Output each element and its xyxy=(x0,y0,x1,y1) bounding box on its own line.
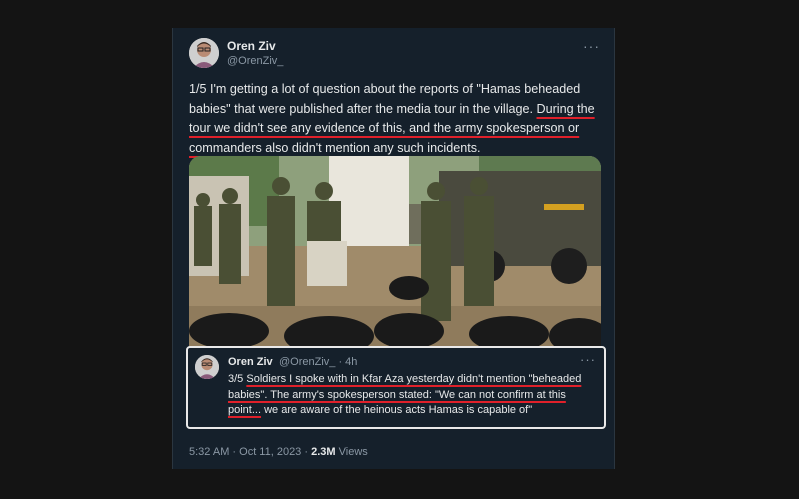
tweet-text: 1/5 I'm getting a lot of question about … xyxy=(189,80,599,158)
tweet-card: Oren Ziv @OrenZiv_ ··· 1/5 I'm getting a… xyxy=(172,28,615,469)
quoted-author-name[interactable]: Oren Ziv xyxy=(228,356,273,368)
quoted-text-suffix: we are aware of the heinous acts Hamas i… xyxy=(261,404,533,416)
tweet-meta: 5:32 AM · Oct 11, 2023 · 2.3M Views xyxy=(189,446,368,458)
quoted-text-prefix: 3/5 xyxy=(228,373,247,385)
tweet-text-plain: 1/5 I'm getting a lot of question about … xyxy=(189,82,581,116)
quoted-author-handle[interactable]: @OrenZiv_ · 4h xyxy=(279,356,357,368)
views-count: 2.3M xyxy=(311,446,336,458)
author-avatar[interactable] xyxy=(189,38,219,68)
quoted-tweet[interactable]: Oren Ziv @OrenZiv_ · 4h ··· 3/5 Soldiers… xyxy=(186,346,606,429)
quoted-author-avatar[interactable] xyxy=(195,355,219,379)
author-handle[interactable]: @OrenZiv_ xyxy=(227,55,283,67)
quoted-more-options-icon[interactable]: ··· xyxy=(580,352,596,367)
quoted-text: 3/5 Soldiers I spoke with in Kfar Aza ye… xyxy=(228,372,598,419)
tweet-timestamp[interactable]: 5:32 AM · Oct 11, 2023 · xyxy=(189,446,311,458)
author-name[interactable]: Oren Ziv xyxy=(227,39,276,53)
more-options-icon[interactable]: ··· xyxy=(583,38,600,54)
views-label: Views xyxy=(335,446,368,458)
